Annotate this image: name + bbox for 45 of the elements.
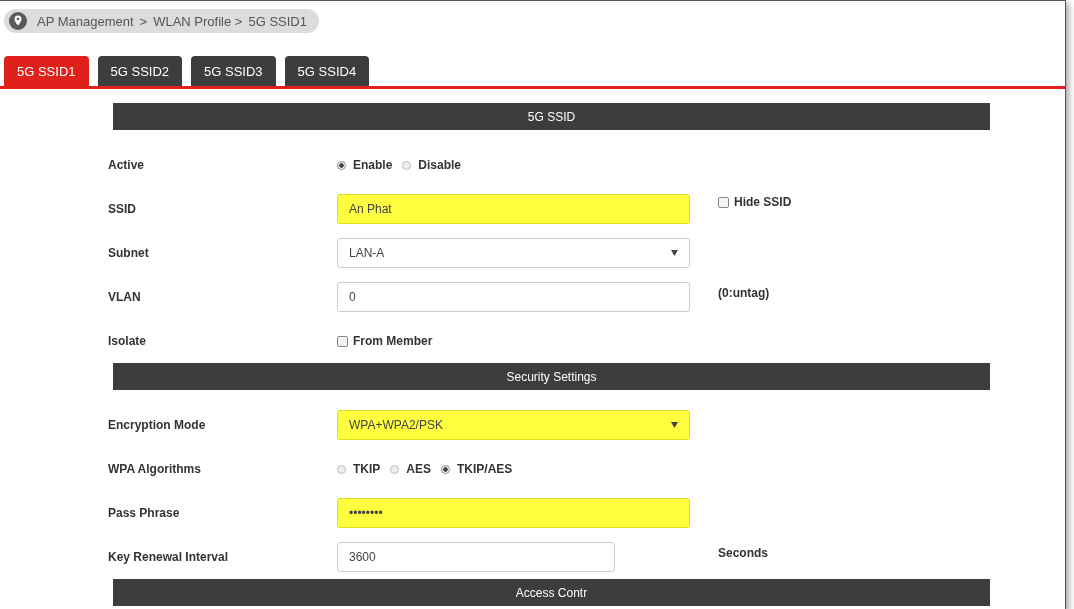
checkbox[interactable] — [337, 335, 348, 347]
dropdown-arrow-icon — [671, 250, 678, 256]
breadcrumb-item: AP Management — [37, 13, 134, 29]
field-label: Encryption Mode — [108, 418, 207, 432]
radio-button[interactable] — [337, 464, 346, 474]
section-header: 5G SSID — [113, 103, 990, 130]
field-note: Seconds — [718, 546, 768, 560]
breadcrumb-item: > — [139, 13, 148, 29]
section-header: Security Settings — [113, 363, 990, 390]
tab[interactable]: 5G SSID4 — [284, 56, 370, 86]
field-label: SSID — [108, 202, 137, 216]
radio-label: AES — [406, 462, 432, 476]
location-pin-icon — [9, 12, 27, 30]
radio-label: Enable — [353, 158, 393, 172]
field-label: WPA Algorithms — [108, 462, 202, 476]
tab[interactable]: 5G SSID3 — [191, 56, 276, 86]
radio-button[interactable] — [441, 464, 451, 474]
checkbox[interactable] — [718, 196, 729, 208]
input-field[interactable]: An Phat — [337, 194, 690, 224]
radio-label: Disable — [418, 158, 462, 172]
radio-label: TKIP — [353, 462, 381, 476]
checkbox-label: Hide SSID — [734, 195, 792, 209]
checkbox-label: From Member — [353, 334, 433, 348]
field-label: Subnet — [108, 246, 150, 260]
input-field[interactable]: 3600 — [337, 542, 615, 572]
radio-button[interactable] — [337, 160, 346, 170]
tab[interactable]: 5G SSID2 — [97, 56, 183, 86]
input-field[interactable]: •••••••• — [337, 498, 690, 528]
radio-button[interactable] — [402, 160, 412, 170]
field-label: Isolate — [108, 334, 147, 348]
breadcrumb-item: WLAN Profile > — [153, 13, 243, 29]
field-label: VLAN — [108, 290, 142, 304]
field-label: Active — [108, 158, 146, 172]
radio-button[interactable] — [390, 464, 400, 474]
breadcrumb-item: 5G SSID1 — [248, 13, 307, 29]
input-field[interactable]: 0 — [337, 282, 690, 312]
field-label: Key Renewal Interval — [108, 550, 230, 564]
radio-label: TKIP/AES — [457, 462, 513, 476]
field-label: Pass Phrase — [108, 506, 181, 520]
dropdown[interactable]: WPA+WPA2/PSK — [337, 410, 690, 440]
tab[interactable]: 5G SSID1 — [4, 56, 89, 86]
dropdown[interactable]: LAN-A — [337, 238, 690, 268]
field-note: (0:untag) — [718, 286, 770, 300]
section-header: Access Contr — [113, 579, 990, 606]
dropdown-arrow-icon — [671, 422, 678, 428]
